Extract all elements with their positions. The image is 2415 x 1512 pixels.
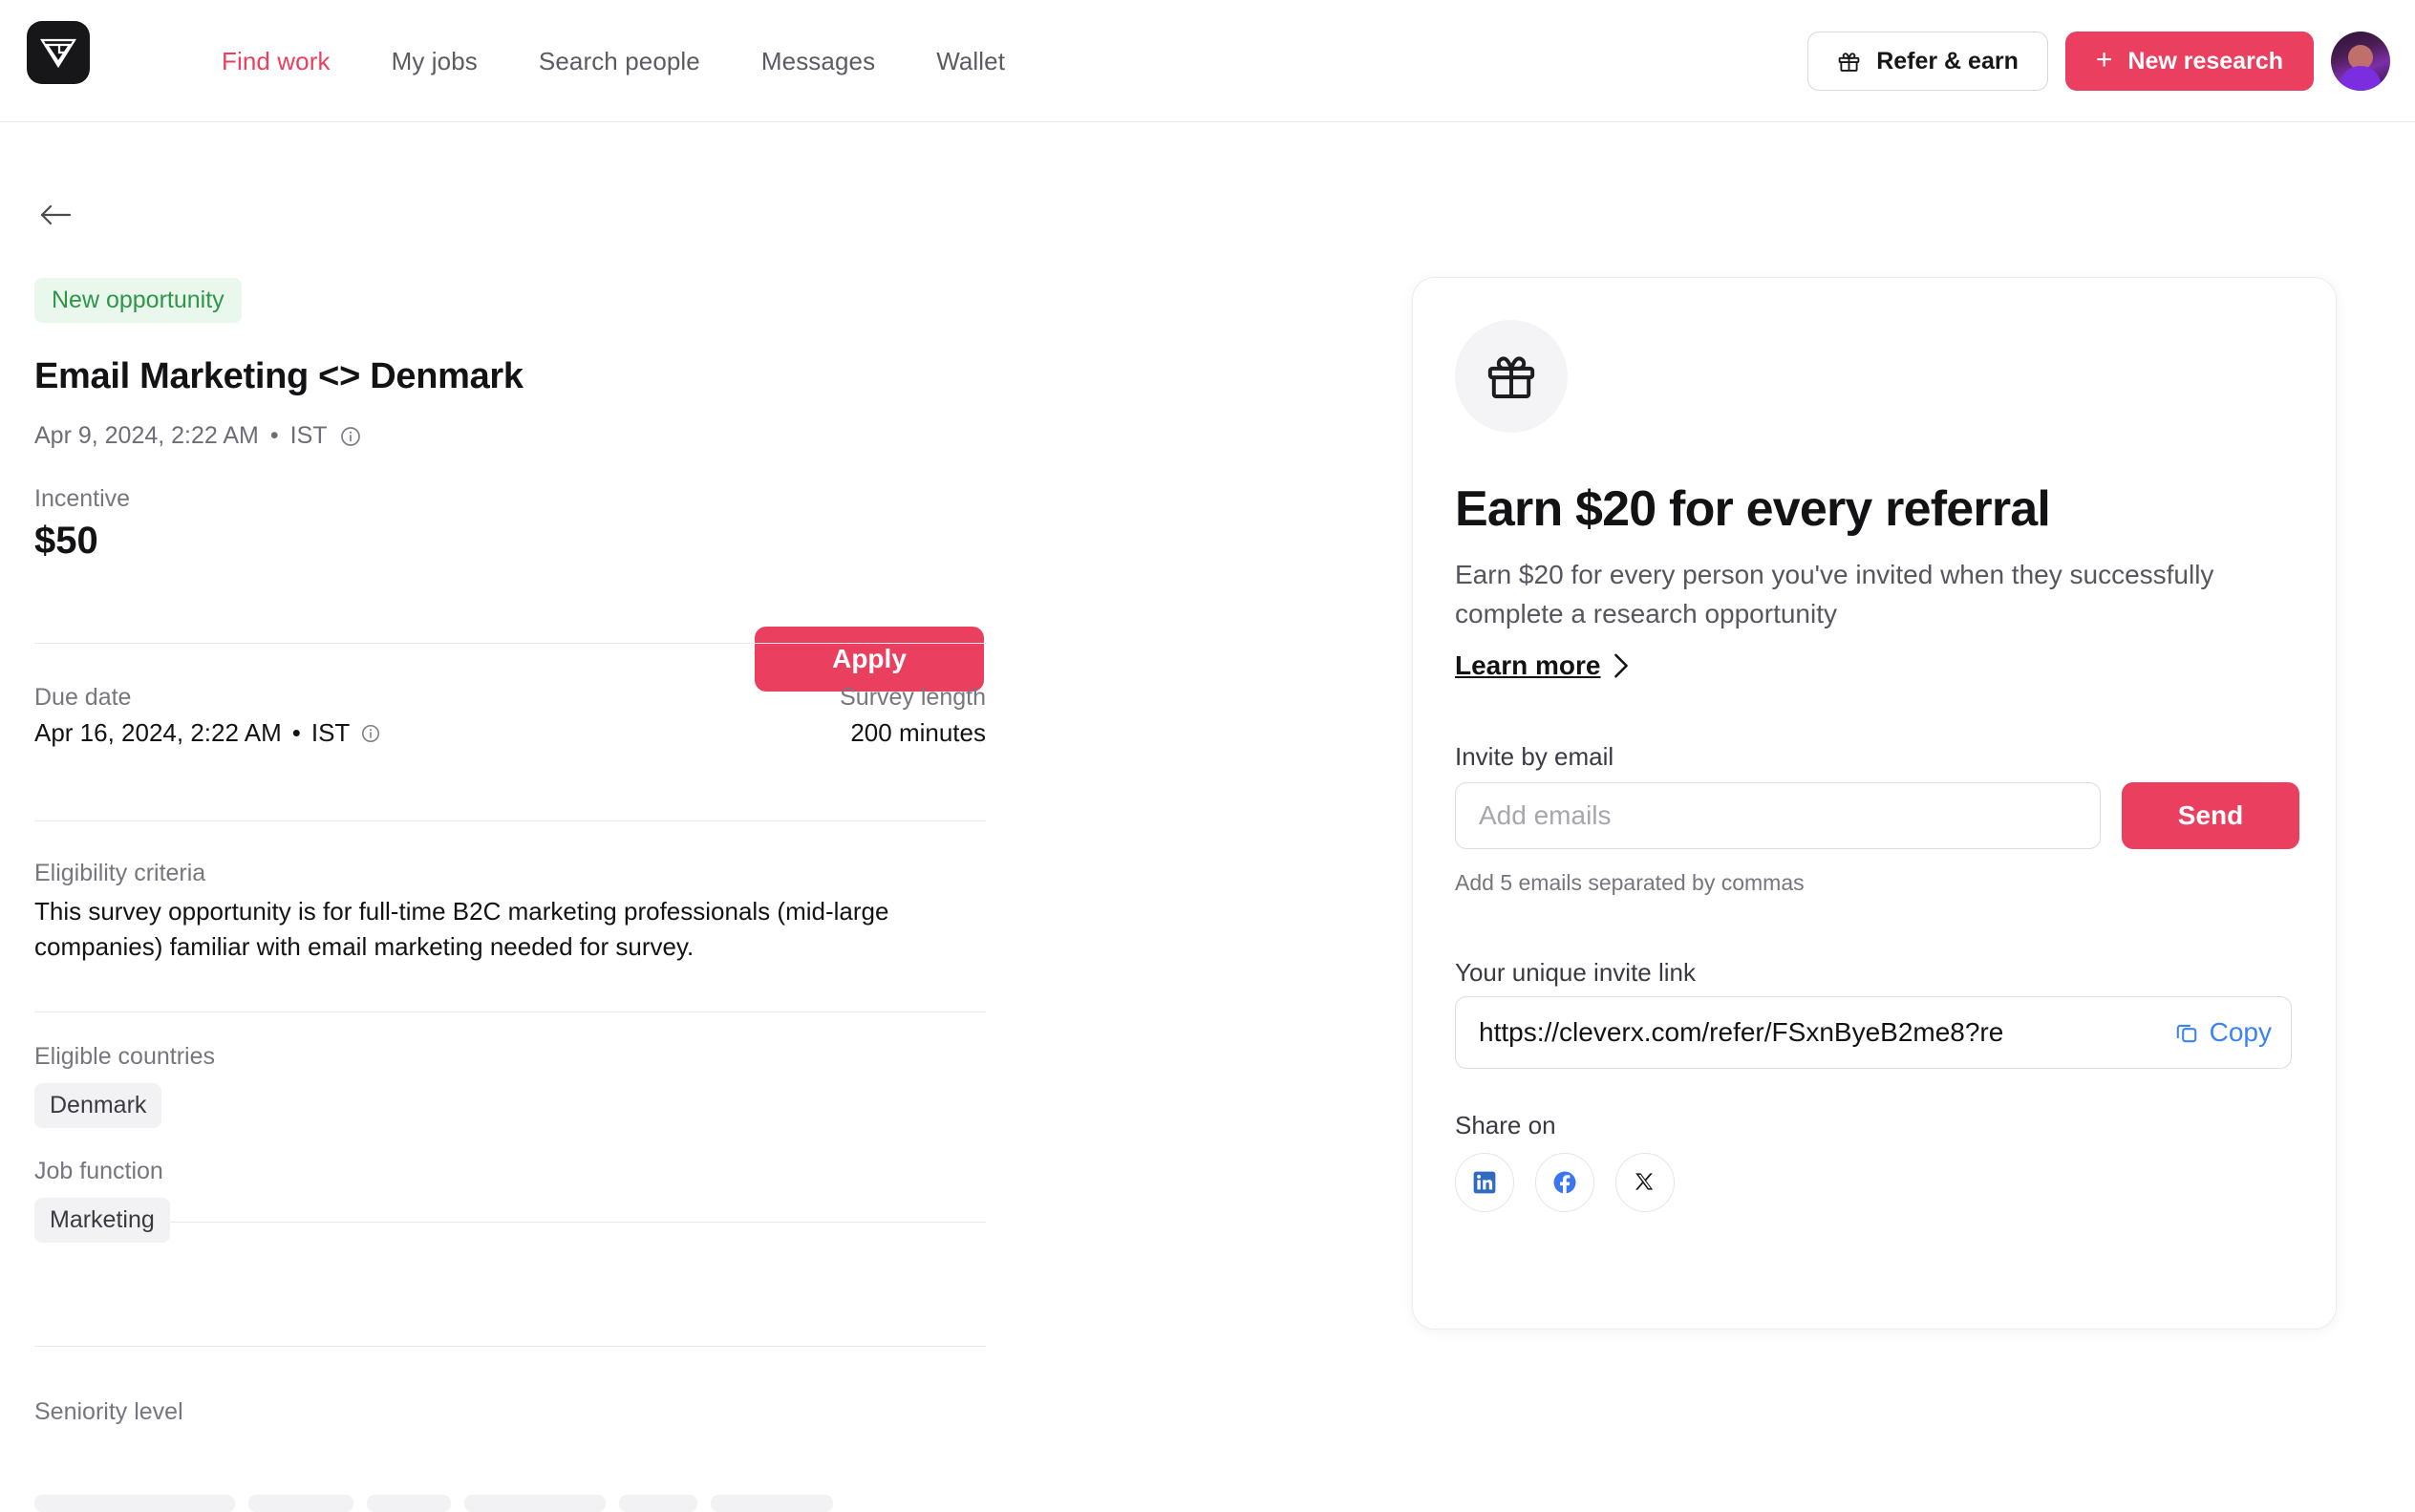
eligible-countries-chips: Denmark <box>34 1083 162 1128</box>
nav-label: Wallet <box>936 46 1006 75</box>
info-icon[interactable] <box>360 723 381 744</box>
learn-more-label: Learn more <box>1455 650 1601 680</box>
page-title: Email Marketing <> Denmark <box>34 356 524 396</box>
main-nav: Find work My jobs Search people Messages… <box>191 0 1036 122</box>
email-input[interactable] <box>1455 782 2101 849</box>
seniority-chip <box>248 1495 353 1512</box>
bullet-separator: • <box>291 718 301 747</box>
posted-date-value: Apr 9, 2024, 2:22 AM <box>34 422 259 449</box>
seniority-chip <box>34 1495 235 1512</box>
seniority-chip <box>464 1495 606 1512</box>
bullet-separator: • <box>269 422 279 449</box>
gift-icon <box>1487 356 1535 398</box>
copy-link-button[interactable]: Copy <box>2160 1017 2272 1048</box>
nav-item-find-work[interactable]: Find work <box>191 47 361 76</box>
user-avatar[interactable] <box>2331 32 2390 91</box>
nav-item-my-jobs[interactable]: My jobs <box>361 47 508 76</box>
job-function-chip: Marketing <box>34 1198 170 1243</box>
apply-button[interactable]: Apply <box>755 627 984 692</box>
cleverx-logo[interactable] <box>27 21 90 84</box>
divider <box>34 820 986 821</box>
invite-by-email-label: Invite by email <box>1455 742 1614 771</box>
divider <box>34 643 986 644</box>
header-actions: Refer & earn + New research <box>1807 0 2390 122</box>
copy-icon <box>2176 1024 2196 1043</box>
facebook-icon <box>1553 1171 1576 1195</box>
eligibility-criteria-label: Eligibility criteria <box>34 860 206 886</box>
invite-by-email-row: Send <box>1455 782 2299 849</box>
invite-link-value: https://cleverx.com/refer/FSxnByeB2me8?r… <box>1479 1017 2004 1047</box>
divider <box>34 1222 986 1223</box>
linkedin-icon <box>1473 1171 1496 1194</box>
arrow-left-icon <box>40 204 72 225</box>
survey-length-value: 200 minutes <box>850 718 986 747</box>
share-on-label: Share on <box>1455 1111 1556 1139</box>
invite-link-box[interactable]: https://cleverx.com/refer/FSxnByeB2me8?r… <box>1455 996 2292 1069</box>
status-badge: New opportunity <box>34 278 242 323</box>
top-navigation-bar: Find work My jobs Search people Messages… <box>0 0 2415 122</box>
posted-timezone: IST <box>289 422 328 449</box>
eligible-countries-label: Eligible countries <box>34 1043 215 1070</box>
share-linkedin-button[interactable] <box>1455 1153 1514 1212</box>
back-button[interactable] <box>34 194 76 236</box>
nav-label: Find work <box>222 46 331 75</box>
share-facebook-button[interactable] <box>1535 1153 1594 1212</box>
share-x-button[interactable] <box>1615 1153 1675 1212</box>
survey-length-label: Survey length <box>840 684 986 711</box>
invite-hint-text: Add 5 emails separated by commas <box>1455 870 1805 895</box>
nav-label: Search people <box>538 46 700 75</box>
seniority-chip <box>711 1495 833 1512</box>
divider <box>34 1346 986 1347</box>
due-date-value: Apr 16, 2024, 2:22 AM • IST <box>34 718 381 748</box>
nav-item-search-people[interactable]: Search people <box>508 47 731 76</box>
referral-subtitle: Earn $20 for every person you've invited… <box>1455 560 2214 629</box>
country-chip: Denmark <box>34 1083 162 1128</box>
seniority-level-chips <box>34 1495 833 1512</box>
chevron-right-icon <box>1614 653 1628 678</box>
copy-label: Copy <box>2209 1017 2272 1047</box>
eligibility-criteria-text: This survey opportunity is for full-time… <box>34 897 889 961</box>
posted-date: Apr 9, 2024, 2:22 AM • IST <box>34 422 362 450</box>
incentive-value: $50 <box>34 520 98 562</box>
share-buttons-row <box>1455 1153 1675 1212</box>
info-icon[interactable] <box>339 425 362 448</box>
due-date-timezone: IST <box>310 718 351 747</box>
refer-and-earn-label: Refer & earn <box>1876 47 2019 75</box>
seniority-level-label: Seniority level <box>34 1398 183 1425</box>
nav-label: My jobs <box>391 46 478 75</box>
new-research-label: New research <box>2127 47 2283 75</box>
new-research-button[interactable]: + New research <box>2064 32 2314 91</box>
send-invite-button[interactable]: Send <box>2122 782 2299 849</box>
learn-more-link[interactable]: Learn more <box>1455 650 1630 681</box>
due-date-text: Apr 16, 2024, 2:22 AM <box>34 718 282 747</box>
gift-icon-badge <box>1455 320 1568 433</box>
referral-card: Earn $20 for every referral Earn $20 for… <box>1412 277 2337 1330</box>
invite-link-label: Your unique invite link <box>1455 958 1696 987</box>
nav-label: Messages <box>760 46 876 75</box>
incentive-label: Incentive <box>34 485 131 512</box>
plus-icon: + <box>2095 44 2113 75</box>
referral-title: Earn $20 for every referral <box>1455 481 2051 537</box>
x-twitter-icon <box>1635 1173 1654 1190</box>
job-function-chips: Marketing <box>34 1198 170 1243</box>
gift-icon <box>1838 52 1860 72</box>
nav-item-wallet[interactable]: Wallet <box>906 47 1036 76</box>
logo-triangle-icon <box>40 38 76 69</box>
refer-and-earn-button[interactable]: Refer & earn <box>1807 32 2048 91</box>
due-date-label: Due date <box>34 684 132 711</box>
seniority-chip <box>367 1495 451 1512</box>
nav-item-messages[interactable]: Messages <box>731 47 906 76</box>
job-function-label: Job function <box>34 1158 163 1184</box>
seniority-chip <box>619 1495 697 1512</box>
